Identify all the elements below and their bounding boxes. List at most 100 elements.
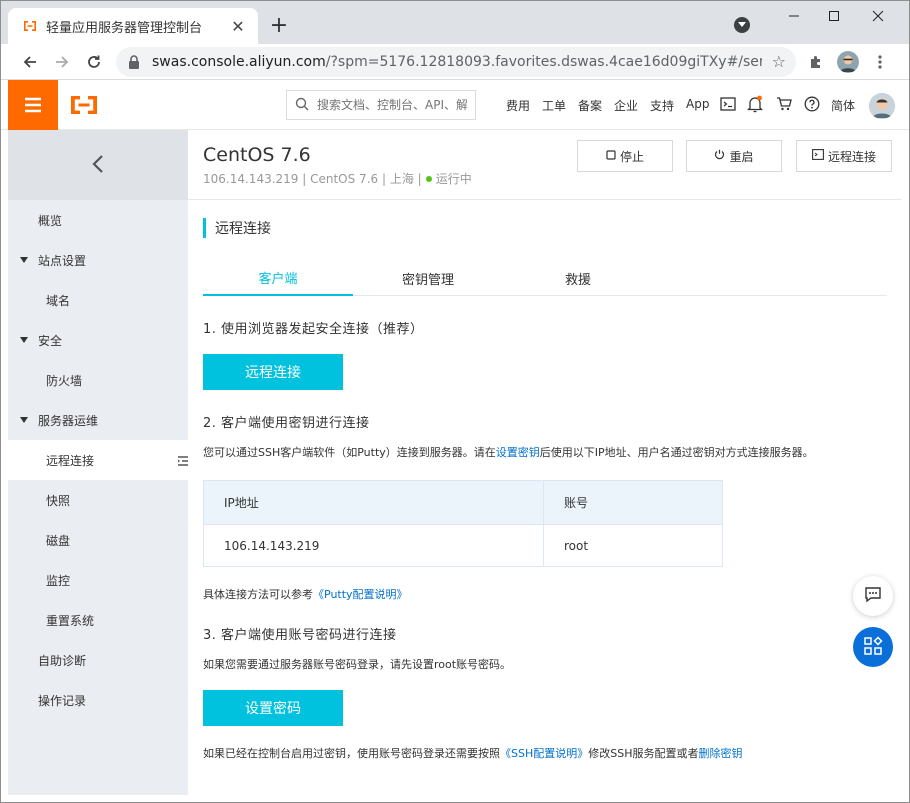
step3-heading: 3. 客户端使用账号密码进行连接: [203, 628, 397, 643]
sidebar-item-reset-system[interactable]: 重置系统: [8, 600, 188, 640]
delete-key-link[interactable]: 删除密钥: [699, 747, 743, 760]
table-row: 106.14.143.219 root: [203, 524, 723, 567]
sidebar-item-domain[interactable]: 域名: [8, 280, 188, 320]
tab-key-management[interactable]: 密钥管理: [353, 260, 503, 296]
tab-rescue[interactable]: 救援: [503, 260, 653, 296]
cart-icon[interactable]: [775, 95, 793, 113]
nav-enterprise[interactable]: 企业: [614, 97, 638, 114]
sidebar-item-self-diagnosis[interactable]: 自助诊断: [8, 640, 188, 680]
table-header-row: IP地址 账号: [203, 480, 723, 525]
sidebar-group-server-ops[interactable]: 服务器运维: [8, 400, 188, 440]
notification-bell-icon[interactable]: [746, 95, 764, 113]
putty-guide-link[interactable]: 《Putty配置说明》: [313, 588, 408, 601]
aliyun-favicon-icon: [22, 18, 38, 34]
bookmark-star-icon[interactable]: ☆: [772, 52, 786, 71]
extensions-icon[interactable]: [806, 52, 826, 72]
nav-support[interactable]: 支持: [650, 97, 674, 114]
cell-account: root: [543, 524, 723, 567]
terminal-icon: [812, 149, 824, 163]
restart-button[interactable]: 重启: [686, 140, 782, 172]
sidebar-item-firewall[interactable]: 防火墙: [8, 360, 188, 400]
nav-icp[interactable]: 备案: [578, 97, 602, 114]
close-window-icon[interactable]: [858, 4, 898, 28]
apps-grid-icon: [863, 635, 883, 659]
browser-remote-connect-button[interactable]: 远程连接: [203, 354, 343, 390]
stop-button[interactable]: 停止: [577, 140, 673, 172]
user-avatar[interactable]: [869, 93, 895, 119]
reload-icon[interactable]: [80, 48, 108, 76]
section-accent-bar: [203, 218, 206, 238]
sidebar-collapse-button[interactable]: [8, 130, 188, 200]
server-ip: 106.14.143.219: [203, 172, 299, 186]
sidebar-group-security[interactable]: 安全: [8, 320, 188, 360]
reference-text: 具体连接方法可以参考《Putty配置说明》: [203, 588, 408, 601]
search-input[interactable]: [317, 98, 467, 112]
tab-close-icon[interactable]: ✕: [228, 16, 248, 36]
lock-icon: [128, 55, 142, 69]
address-toolbar: swas.console.aliyun.com/?spm=5176.128180…: [0, 44, 910, 80]
browser-tab[interactable]: 轻量应用服务器管理控制台 ✕: [8, 8, 258, 44]
sidebar-item-snapshot[interactable]: 快照: [8, 480, 188, 520]
page-title: CentOS 7.6: [203, 144, 311, 166]
server-region: 上海: [389, 172, 414, 186]
url-bar[interactable]: swas.console.aliyun.com/?spm=5176.128180…: [116, 47, 796, 77]
apps-float-button[interactable]: [853, 627, 893, 667]
search-icon: [295, 97, 309, 114]
back-icon[interactable]: [16, 48, 44, 76]
status-dot: [425, 176, 432, 182]
browser-tab-strip: 轻量应用服务器管理控制台 ✕ +: [0, 0, 910, 44]
nav-tickets[interactable]: 工单: [542, 97, 566, 114]
language-switch[interactable]: 简体: [831, 97, 855, 114]
console-header: 费用 工单 备案 企业 支持 App 简体: [0, 80, 910, 130]
connection-table: IP地址 账号 106.14.143.219 root: [203, 480, 723, 567]
caret-down-icon: [20, 257, 28, 263]
nav-billing[interactable]: 费用: [506, 97, 530, 114]
stop-icon: [606, 149, 616, 163]
chevron-left-icon: [92, 154, 104, 177]
tab-search-icon[interactable]: [734, 17, 750, 33]
url-text: swas.console.aliyun.com/?spm=5176.128180…: [152, 54, 762, 70]
divider: [188, 199, 902, 200]
new-tab-icon[interactable]: +: [266, 12, 292, 38]
set-password-button[interactable]: 设置密码: [203, 690, 343, 726]
caret-down-icon: [20, 417, 28, 423]
tab-client[interactable]: 客户端: [203, 260, 353, 296]
main-content: CentOS 7.6 106.14.143.219 | CentOS 7.6 |…: [188, 130, 902, 795]
sidebar-item-overview[interactable]: 概览: [8, 200, 188, 240]
terminal-icon[interactable]: [719, 95, 737, 113]
col-header-account: 账号: [543, 480, 723, 525]
chat-icon: [864, 586, 882, 607]
sidebar-item-monitor[interactable]: 监控: [8, 560, 188, 600]
section-title: 远程连接: [203, 218, 271, 238]
maximize-icon[interactable]: [814, 4, 854, 28]
profile-avatar[interactable]: [837, 51, 859, 73]
search-box[interactable]: [286, 90, 476, 120]
set-key-link[interactable]: 设置密钥: [496, 446, 540, 459]
caret-down-icon: [20, 337, 28, 343]
sidebar-group-site-settings[interactable]: 站点设置: [8, 240, 188, 280]
tab-bar: 客户端 密钥管理 救援: [203, 260, 887, 296]
aliyun-logo[interactable]: [68, 94, 100, 116]
step2-description: 您可以通过SSH客户端软件（如Putty）连接到服务器。请在设置密钥后使用以下I…: [203, 446, 814, 459]
menu-icon[interactable]: [8, 80, 58, 130]
server-os: CentOS 7.6: [310, 172, 379, 186]
help-icon[interactable]: [803, 95, 821, 113]
status-badge: 运行中: [435, 172, 472, 186]
chrome-menu-icon[interactable]: [870, 52, 890, 72]
sidebar-item-remote-connect[interactable]: 远程连接: [8, 440, 188, 480]
server-meta: 106.14.143.219 | CentOS 7.6 | 上海 | 运行中: [203, 172, 472, 186]
footer-note: 如果已经在控制台启用过密钥，使用账号密码登录还需要按照《SSH配置说明》修改SS…: [203, 747, 743, 760]
forward-icon[interactable]: [48, 48, 76, 76]
col-header-ip: IP地址: [203, 480, 544, 525]
remote-connect-button[interactable]: 远程连接: [796, 140, 892, 172]
sidebar-item-disk[interactable]: 磁盘: [8, 520, 188, 560]
tab-title: 轻量应用服务器管理控制台: [46, 20, 203, 36]
feedback-chat-button[interactable]: [853, 576, 893, 616]
step1-heading: 1. 使用浏览器发起安全连接（推荐）: [203, 322, 424, 337]
sidebar-item-operation-log[interactable]: 操作记录: [8, 680, 188, 720]
ssh-guide-link[interactable]: 《SSH配置说明》: [500, 747, 588, 760]
step3-description: 如果您需要通过服务器账号密码登录，请先设置root账号密码。: [203, 658, 512, 671]
step2-heading: 2. 客户端使用密钥进行连接: [203, 416, 370, 431]
nav-app[interactable]: App: [686, 97, 709, 111]
minimize-icon[interactable]: [774, 4, 814, 28]
